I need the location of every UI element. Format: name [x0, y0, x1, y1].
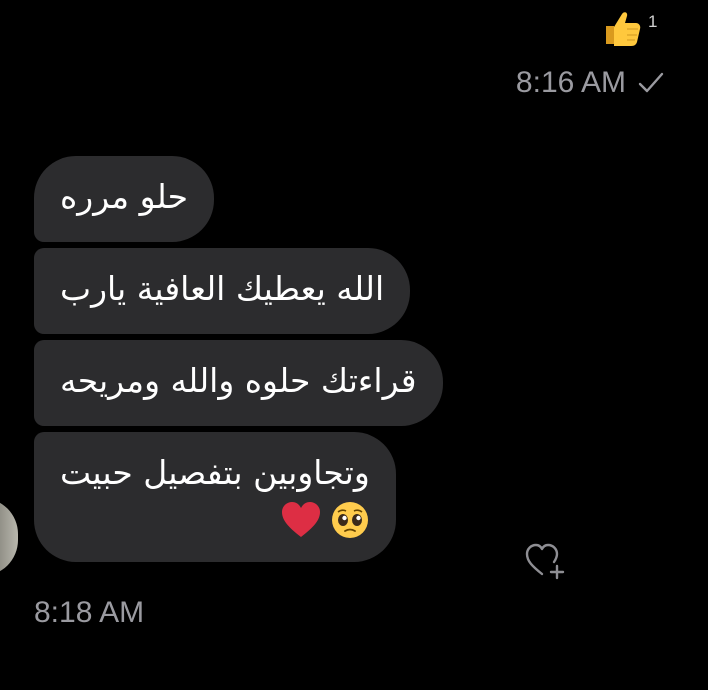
- sent-time: 8:16 AM: [515, 66, 626, 99]
- reaction-count: 1: [648, 12, 658, 31]
- message-text: الله يعطيك العافية يارب: [60, 269, 385, 308]
- reaction-badge[interactable]: 1: [600, 6, 657, 50]
- received-time: 8:18 AM: [34, 596, 145, 629]
- emoji-line: [60, 500, 370, 540]
- heart-plus-icon[interactable]: [524, 540, 568, 582]
- message-bubble[interactable]: وتجاوبين بتفصيل حبيت: [34, 432, 396, 562]
- message-text: وتجاوبين بتفصيل حبيت: [60, 453, 370, 492]
- chat-screen: 1 8:16 AM حلو مرره الله يعطيك العافية يا…: [0, 0, 708, 690]
- message-bubble[interactable]: قراءتك حلوه والله ومريحه: [34, 340, 443, 426]
- avatar[interactable]: [0, 498, 18, 576]
- sent-message-meta: 8:16 AM: [516, 66, 666, 100]
- pleading-face-icon: [331, 502, 368, 538]
- message-bubble[interactable]: الله يعطيك العافية يارب: [34, 248, 411, 334]
- thumbs-up-icon: [606, 12, 641, 46]
- received-message-group: حلو مرره الله يعطيك العافية يارب قراءتك …: [34, 156, 443, 562]
- message-text: قراءتك حلوه والله ومريحه: [60, 361, 417, 400]
- red-heart-icon: [281, 502, 320, 537]
- check-icon: [638, 72, 664, 93]
- message-bubble[interactable]: حلو مرره: [34, 156, 214, 242]
- message-text: حلو مرره: [60, 177, 188, 216]
